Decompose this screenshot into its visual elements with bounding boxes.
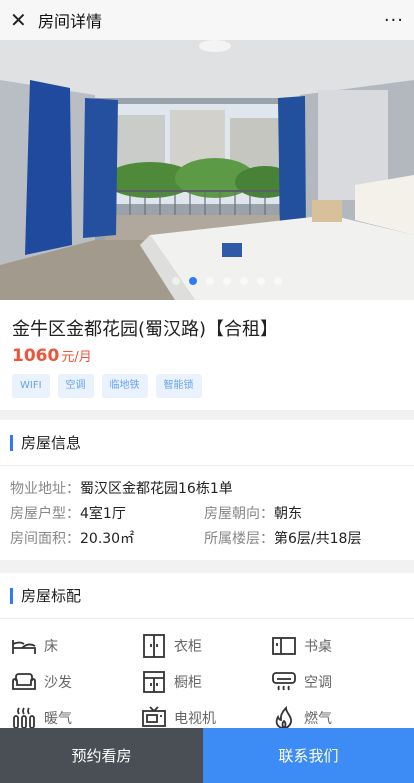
room-detail-page: ✕ 房间详情 ··· 金牛区金都花园(蜀汉路)【合租】 1060 元/月 WIF… xyxy=(0,0,414,783)
feature-tag: WIFI xyxy=(12,374,50,398)
area-label: 房间面积： xyxy=(10,531,80,547)
carousel-dot[interactable] xyxy=(206,277,214,285)
area-value: 20.30㎡ xyxy=(80,531,135,547)
photo-carousel[interactable] xyxy=(0,40,414,300)
feature-tag: 空调 xyxy=(57,374,94,398)
house-name: 金牛区金都花园(蜀汉路)【合租】 xyxy=(12,319,279,340)
equipment-label: 橱柜 xyxy=(174,675,202,691)
book-viewing-button[interactable]: 预约看房 xyxy=(0,728,203,783)
carousel-dot[interactable] xyxy=(223,277,231,285)
layout-value: 4室1厅 xyxy=(80,506,126,522)
bottom-action-bar: 预约看房 联系我们 xyxy=(0,728,414,783)
equipment-item: 书桌 xyxy=(270,631,400,661)
carousel-dot-active[interactable] xyxy=(189,277,197,285)
equipment-grid: 床 衣柜 书桌 沙发 橱柜 空调 暖气 电视机 燃气 xyxy=(0,619,414,733)
area-field: 房间面积：20.30㎡ xyxy=(10,530,204,555)
info-row: 房屋户型：4室1厅 房屋朝向：朝东 xyxy=(10,505,404,530)
layout-label: 房屋户型： xyxy=(10,506,80,522)
feature-tag: 临地铁 xyxy=(101,374,148,398)
equipment-item: 衣柜 xyxy=(140,631,270,661)
price-value: 1060 xyxy=(12,346,60,366)
equipment-label: 沙发 xyxy=(44,675,72,691)
floor-label: 所属楼层： xyxy=(204,531,274,547)
contact-us-button[interactable]: 联系我们 xyxy=(203,728,414,783)
bed-icon xyxy=(12,640,36,654)
price-unit: 元/月 xyxy=(61,350,92,365)
wardrobe-icon xyxy=(143,634,165,658)
more-dots-icon[interactable]: ··· xyxy=(384,10,404,31)
equipment-section: 房屋标配 床 衣柜 书桌 沙发 橱柜 空调 暖气 电视机 燃气 xyxy=(0,573,414,733)
address-value: 蜀汉区金都花园16栋1单 xyxy=(80,481,233,497)
carousel-dots xyxy=(0,277,414,285)
equipment-item: 沙发 xyxy=(10,667,140,697)
equipment-label: 衣柜 xyxy=(174,639,202,655)
section-accent-bar xyxy=(10,434,13,451)
floor-field: 所属楼层：第6层/共18层 xyxy=(204,530,398,555)
equipment-label: 燃气 xyxy=(304,711,332,727)
address-label: 物业地址： xyxy=(10,481,80,497)
info-row: 房间面积：20.30㎡ 所属楼层：第6层/共18层 xyxy=(10,530,404,555)
equipment-label: 书桌 xyxy=(304,639,332,655)
house-info-body: 物业地址：蜀汉区金都花园16栋1单 房屋户型：4室1厅 房屋朝向：朝东 房间面积… xyxy=(0,466,414,555)
equipment-label: 空调 xyxy=(304,675,332,691)
address-field: 物业地址：蜀汉区金都花园16栋1单 xyxy=(10,480,233,505)
section-header: 房屋信息 xyxy=(0,420,414,466)
equipment-item: 橱柜 xyxy=(140,667,270,697)
page-title: 房间详情 xyxy=(38,12,103,31)
price: 1060 元/月 xyxy=(12,346,402,366)
section-header: 房屋标配 xyxy=(0,573,414,619)
layout-field: 房屋户型：4室1厅 xyxy=(10,505,204,530)
carousel-dot[interactable] xyxy=(172,277,180,285)
house-info-section: 房屋信息 物业地址：蜀汉区金都花园16栋1单 房屋户型：4室1厅 房屋朝向：朝东… xyxy=(0,420,414,560)
title-bar: ✕ 房间详情 ··· xyxy=(0,0,414,40)
equipment-label: 床 xyxy=(44,639,58,655)
orientation-field: 房屋朝向：朝东 xyxy=(204,505,398,530)
equipment-item: 空调 xyxy=(270,667,400,697)
section-title: 房屋信息 xyxy=(21,434,82,452)
info-row: 物业地址：蜀汉区金都花园16栋1单 xyxy=(10,480,404,505)
sofa-icon xyxy=(12,673,36,690)
air-conditioner-icon xyxy=(272,672,296,691)
orientation-value: 朝东 xyxy=(274,506,302,522)
close-icon[interactable]: ✕ xyxy=(10,10,32,30)
feature-tag: 智能锁 xyxy=(155,374,202,398)
bedroom-photo xyxy=(0,40,414,300)
feature-tags: WIFI 空调 临地铁 智能锁 xyxy=(12,374,402,398)
cabinet-icon xyxy=(143,671,165,693)
carousel-dot[interactable] xyxy=(257,277,265,285)
desk-icon xyxy=(272,637,296,655)
orientation-label: 房屋朝向： xyxy=(204,506,274,522)
equipment-item: 床 xyxy=(10,631,140,661)
section-accent-bar xyxy=(10,587,13,604)
equipment-label: 电视机 xyxy=(174,711,216,727)
section-title: 房屋标配 xyxy=(21,587,82,605)
equipment-label: 暖气 xyxy=(44,711,72,727)
floor-value: 第6层/共18层 xyxy=(274,531,362,547)
house-summary-card: 金牛区金都花园(蜀汉路)【合租】 1060 元/月 WIFI 空调 临地铁 智能锁 xyxy=(0,300,414,410)
carousel-dot[interactable] xyxy=(240,277,248,285)
carousel-dot[interactable] xyxy=(274,277,282,285)
